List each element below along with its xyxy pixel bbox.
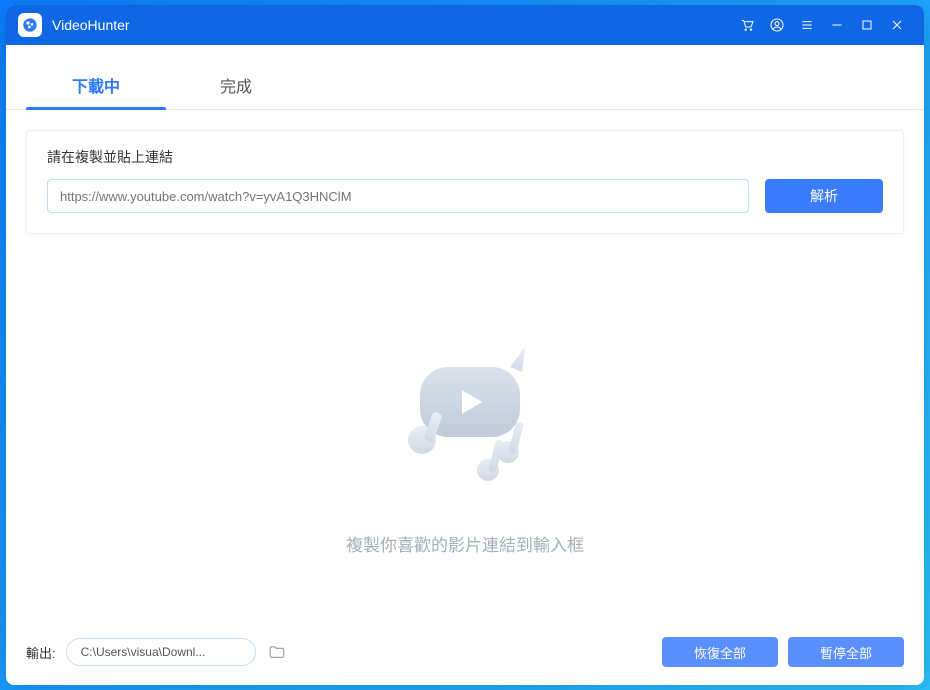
user-icon[interactable]	[762, 5, 792, 45]
open-folder-button[interactable]	[266, 641, 288, 663]
maximize-icon[interactable]	[852, 5, 882, 45]
tab-downloading[interactable]: 下載中	[26, 63, 166, 109]
url-input-card: 請在複製並貼上連結 解析	[26, 130, 904, 234]
app-title: VideoHunter	[52, 17, 130, 33]
app-window: VideoHunter 下載中 完成 請在複製並貼上連結	[6, 5, 924, 685]
tab-completed[interactable]: 完成	[166, 63, 306, 109]
minimize-icon[interactable]	[822, 5, 852, 45]
close-icon[interactable]	[882, 5, 912, 45]
tab-downloading-label: 下載中	[72, 79, 120, 96]
tab-bar: 下載中 完成	[6, 63, 924, 110]
menu-icon[interactable]	[792, 5, 822, 45]
pause-all-button[interactable]: 暫停全部	[788, 637, 904, 667]
tab-completed-label: 完成	[220, 79, 252, 96]
footer: 輸出: C:\Users\visua\Downl... 恢復全部 暫停全部	[6, 633, 924, 685]
output-path-text: C:\Users\visua\Downl...	[81, 645, 206, 659]
parse-button[interactable]: 解析	[765, 179, 883, 213]
folder-icon	[268, 643, 286, 661]
titlebar: VideoHunter	[6, 5, 924, 45]
cart-icon[interactable]	[732, 5, 762, 45]
output-label: 輸出:	[26, 643, 56, 662]
url-input[interactable]	[47, 179, 749, 213]
output-path-field[interactable]: C:\Users\visua\Downl...	[66, 638, 256, 666]
empty-state: 複製你喜歡的影片連結到輸入框	[26, 234, 904, 633]
app-logo	[18, 13, 42, 37]
resume-all-button[interactable]: 恢復全部	[662, 637, 778, 667]
empty-state-text: 複製你喜歡的影片連結到輸入框	[346, 531, 584, 556]
url-input-label: 請在複製並貼上連結	[47, 147, 883, 167]
empty-illustration-icon	[370, 312, 560, 507]
content-area: 請在複製並貼上連結 解析	[6, 110, 924, 633]
url-input-row: 解析	[47, 179, 883, 213]
